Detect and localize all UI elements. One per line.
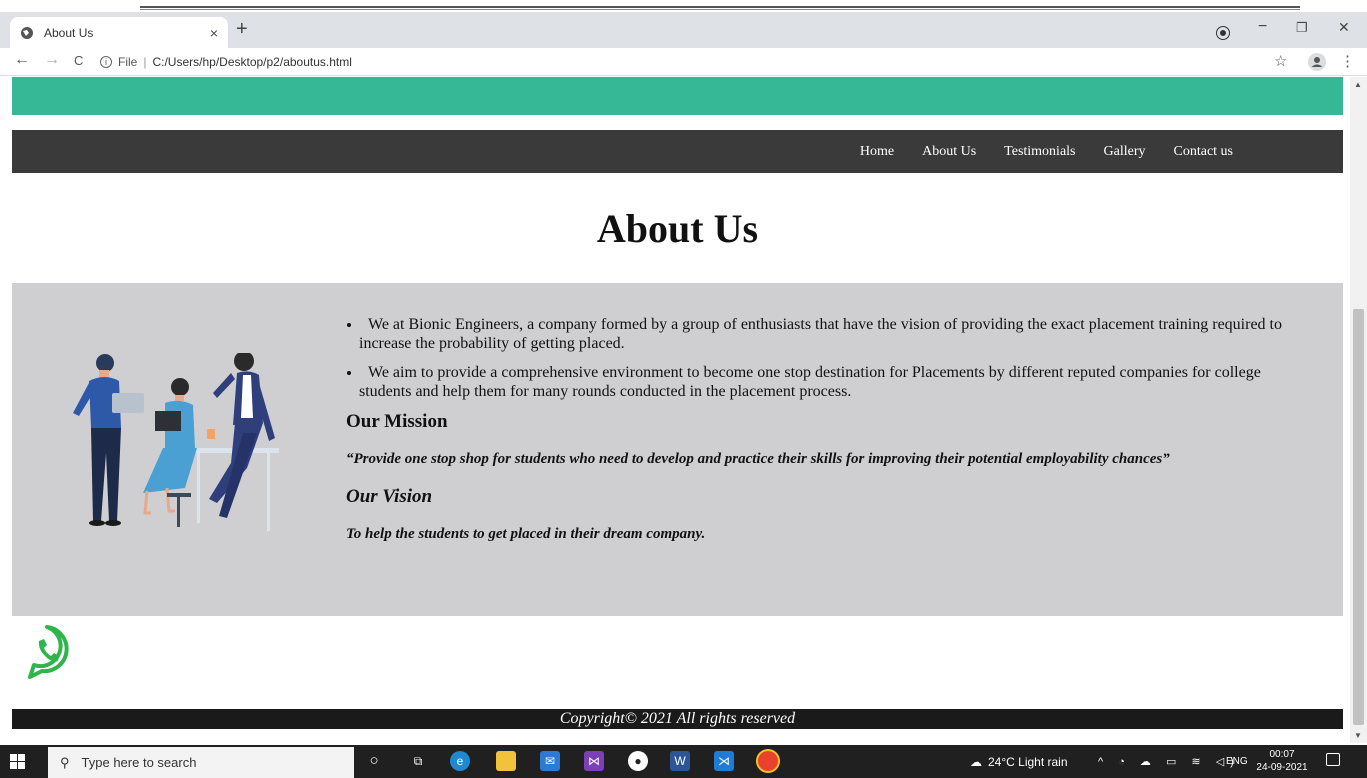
word-icon[interactable]: W [670, 751, 690, 771]
url-text[interactable]: C:/Users/hp/Desktop/p2/aboutus.html [152, 55, 351, 69]
page-viewport: Home About Us Testimonials Gallery Conta… [0, 77, 1350, 743]
nav-home[interactable]: Home [860, 144, 894, 160]
tab-strip: About Us × + − ❐ ✕ [0, 12, 1367, 48]
url-separator: | [143, 55, 147, 69]
clock-date: 24-09-2021 [1256, 762, 1308, 773]
minimize-button[interactable]: − [1258, 18, 1267, 36]
taskbar-clock[interactable]: 00:07 24-09-2021 [1256, 748, 1308, 774]
team-illustration [73, 353, 279, 531]
back-button[interactable]: ← [14, 51, 30, 69]
about-bullets: We at Bionic Engineers, a company formed… [346, 315, 1316, 401]
nav-contact-us[interactable]: Contact us [1174, 144, 1234, 160]
whatsapp-icon[interactable] [24, 621, 70, 681]
notification-center-icon[interactable] [1326, 753, 1340, 766]
tab-title: About Us [44, 25, 94, 40]
restore-button[interactable]: ❐ [1296, 20, 1308, 36]
scroll-up-arrow-icon[interactable]: ▲ [1354, 80, 1362, 89]
weather-widget[interactable]: ☁ 24°C Light rain [970, 745, 1068, 778]
browser-menu-icon[interactable]: ⋮ [1340, 52, 1355, 70]
new-tab-button[interactable]: + [236, 18, 248, 41]
system-tray-icons[interactable]: ^ ◔ ☁ ▭ ≋ ◁) [1098, 745, 1240, 778]
windows-taskbar: ⚲ Type here to search ○ ⧉ e ✉ ⋈ ● W ⋊ ☁ … [0, 745, 1367, 778]
scroll-thumb[interactable] [1353, 309, 1364, 725]
nav-about-us[interactable]: About Us [922, 144, 976, 160]
forward-button[interactable]: → [44, 51, 60, 69]
app-circle-icon[interactable]: ● [628, 751, 648, 771]
address-bar[interactable]: i File | C:/Users/hp/Desktop/p2/aboutus.… [100, 50, 1340, 74]
tab-about-us[interactable]: About Us × [10, 17, 228, 48]
bookmark-star-icon[interactable]: ☆ [1274, 52, 1287, 70]
about-text: We at Bionic Engineers, a company formed… [346, 315, 1316, 543]
cortana-icon[interactable]: ○ [364, 751, 384, 771]
about-section: We at Bionic Engineers, a company formed… [12, 283, 1343, 616]
nav-testimonials[interactable]: Testimonials [1004, 144, 1075, 160]
vscode-icon[interactable]: ⋊ [714, 751, 734, 771]
task-view-icon[interactable]: ⧉ [408, 751, 428, 771]
site-footer: Copyright© 2021 All rights reserved [12, 709, 1343, 729]
taskbar-search-input[interactable]: ⚲ Type here to search [48, 747, 354, 778]
start-button[interactable] [10, 754, 25, 769]
list-item: We aim to provide a comprehensive enviro… [347, 363, 1316, 401]
search-placeholder: Type here to search [81, 755, 197, 770]
language-indicator[interactable]: ENG [1226, 745, 1248, 778]
globe-icon [21, 26, 33, 39]
cloud-icon: ☁ [970, 754, 982, 769]
mission-heading: Our Mission [346, 411, 448, 432]
chrome-icon[interactable] [758, 751, 778, 771]
window-top-border [140, 6, 1300, 10]
profile-icon[interactable] [1308, 53, 1326, 71]
browser-toolbar: ← → C i File | C:/Users/hp/Desktop/p2/ab… [0, 48, 1367, 76]
edge-icon[interactable]: e [450, 751, 470, 771]
page-scrollbar[interactable]: ▲ ▼ [1350, 77, 1367, 743]
weather-text: 24°C Light rain [988, 754, 1068, 769]
mission-text: “Provide one stop shop for students who … [346, 451, 1170, 467]
header-band [12, 77, 1343, 115]
visual-studio-icon[interactable]: ⋈ [584, 751, 604, 771]
site-navbar: Home About Us Testimonials Gallery Conta… [12, 130, 1343, 173]
reload-button[interactable]: C [74, 53, 83, 68]
tab-close-icon[interactable]: × [210, 25, 218, 41]
clock-time: 00:07 [1269, 749, 1295, 760]
list-item: We at Bionic Engineers, a company formed… [347, 315, 1316, 353]
vision-text: To help the students to get placed in th… [346, 526, 706, 542]
nav-gallery[interactable]: Gallery [1104, 144, 1146, 160]
media-indicator-icon[interactable] [1217, 27, 1229, 39]
close-window-button[interactable]: ✕ [1338, 19, 1350, 36]
vision-heading: Our Vision [346, 486, 433, 507]
info-icon[interactable]: i [100, 56, 112, 68]
scroll-down-arrow-icon[interactable]: ▼ [1354, 731, 1362, 740]
page-title: About Us [596, 206, 759, 251]
search-icon: ⚲ [60, 754, 70, 770]
url-scheme: File [118, 55, 138, 69]
file-explorer-icon[interactable] [496, 751, 516, 771]
mail-icon[interactable]: ✉ [540, 751, 560, 771]
